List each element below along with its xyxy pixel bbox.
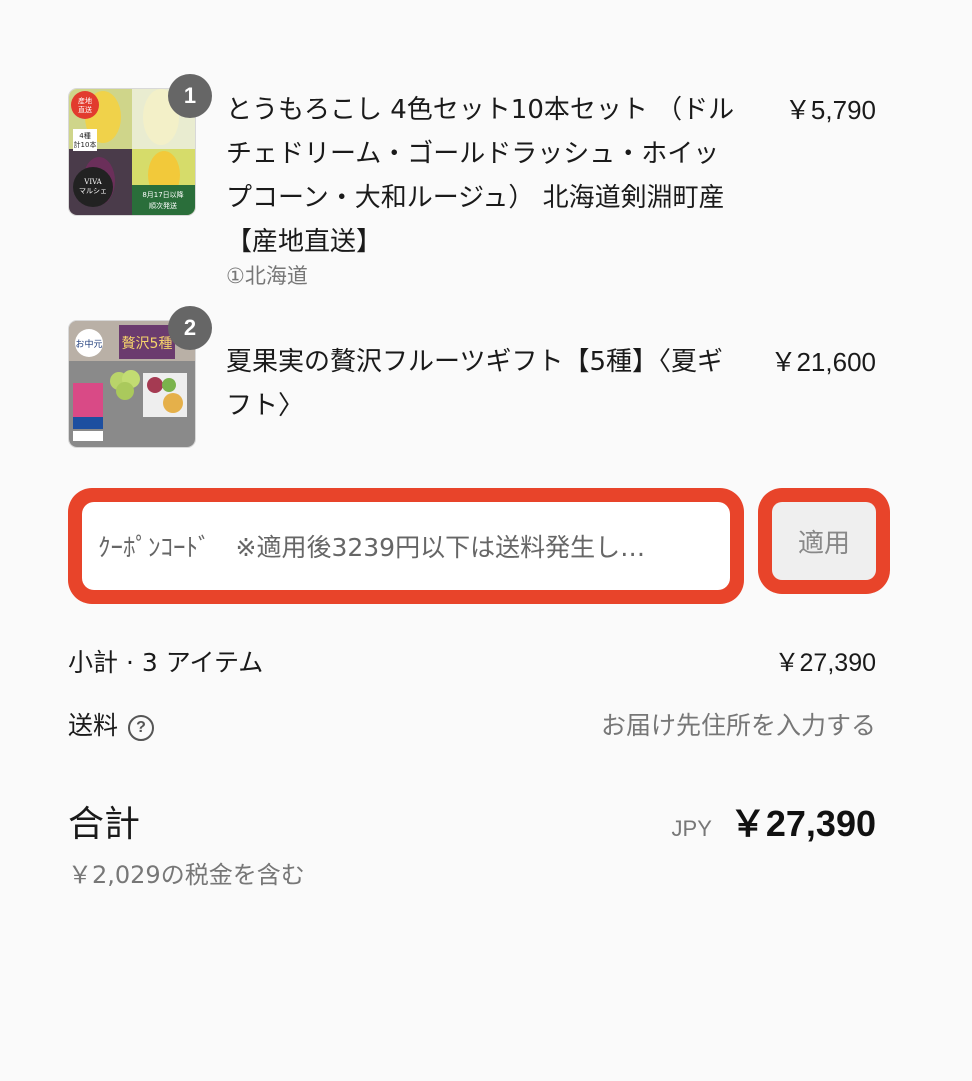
tax-note-row: ￥2,029の税金を含む [68, 855, 876, 889]
thumb-banner-text: 贅沢5種 [122, 335, 173, 352]
quantity-badge: 2 [168, 306, 212, 350]
currency-code: JPY [671, 816, 712, 841]
line-item: 産地 直送 4種 計10本 VIVA マルシェ 8月17日以降 順次発送 1 と… [68, 74, 876, 298]
shipping-row: 送料? お届け先住所を入力する [68, 706, 876, 742]
svg-text:直送: 直送 [78, 105, 92, 114]
thumb-badge-text: 産地 [78, 96, 92, 105]
subtotal-row: 小計 · 3 アイテム ￥27,390 [68, 643, 876, 679]
svg-text:計10本: 計10本 [74, 140, 97, 149]
coupon-code-input[interactable]: ｸｰﾎﾟﾝｺｰﾄﾞ ※適用後3239円以下は送料発生し… [82, 502, 730, 590]
product-thumbnail: 贅沢5種 お中元 2 [68, 306, 212, 448]
total-value-wrap: JPY ￥27,390 [672, 795, 876, 847]
item-price: ￥5,790 [784, 95, 876, 125]
total-value: ￥27,390 [729, 803, 876, 844]
item-title: とうもろこし 4色セット10本セット （ドルチェドリーム・ゴールドラッシュ・ホイ… [226, 95, 735, 257]
product-thumbnail: 産地 直送 4種 計10本 VIVA マルシェ 8月17日以降 順次発送 1 [68, 74, 212, 216]
subtotal-value: ￥27,390 [774, 649, 876, 677]
shipping-value: お届け先住所を入力する [600, 711, 876, 740]
line-item: 贅沢5種 お中元 2 夏果実の贅沢フルーツギフト【5種】〈夏ギフト〉 ￥21,6… [68, 306, 876, 450]
quantity-badge: 1 [168, 74, 212, 118]
svg-text:マルシェ: マルシェ [79, 187, 107, 195]
help-icon[interactable]: ? [128, 715, 155, 741]
thumb-tag-text: お中元 [75, 338, 102, 350]
total-label: 合計 [68, 804, 141, 845]
thumb-note-text: 8月17日以降 [142, 190, 183, 199]
apply-coupon-button[interactable]: 適用 [772, 502, 876, 580]
item-title: 夏果実の贅沢フルーツギフト【5種】〈夏ギフト〉 [226, 347, 724, 421]
shipping-label-wrap: 送料? [68, 706, 155, 742]
tax-note: ￥2,029の税金を含む [68, 861, 305, 889]
svg-text:4種: 4種 [79, 132, 90, 140]
apply-highlight: 適用 [758, 488, 890, 594]
svg-text:順次発送: 順次発送 [149, 201, 177, 210]
shipping-label: 送料 [68, 711, 119, 740]
coupon-placeholder: ｸｰﾎﾟﾝｺｰﾄﾞ ※適用後3239円以下は送料発生し… [98, 533, 646, 562]
subtotal-label: 小計 · 3 アイテム [68, 648, 264, 677]
thumb-brand-text: VIVA [83, 178, 102, 186]
coupon-highlight: ｸｰﾎﾟﾝｺｰﾄﾞ ※適用後3239円以下は送料発生し… [68, 488, 744, 604]
total-row: 合計 JPY ￥27,390 [68, 795, 876, 845]
item-price: ￥21,600 [770, 347, 876, 377]
item-variant: ①北海道 [226, 264, 308, 288]
